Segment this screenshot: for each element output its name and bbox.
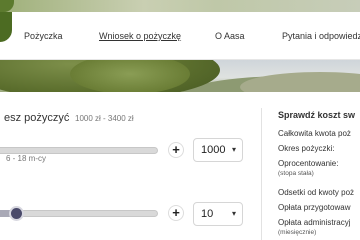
hero-background: [0, 0, 360, 12]
amount-range: 1000 zł - 3400 zł: [75, 114, 134, 123]
divider: [261, 108, 262, 240]
main-navigation: Pożyczka Wniosek o pożyczkę O Aasa Pytan…: [0, 12, 360, 60]
period-select[interactable]: 10 ▾: [193, 202, 243, 226]
logo-leaf: [0, 0, 14, 12]
hero-landscape-image: [0, 60, 360, 92]
nav-link-faq[interactable]: Pytania i odpowiedz: [282, 31, 360, 41]
amount-title: esz pożyczyć: [4, 112, 70, 124]
summary-interest: Odsetki od kwoty poż: [278, 188, 355, 197]
summary-admin-fee: Opłata administracyj: [278, 218, 351, 227]
summary-title: Sprawdź koszt sw: [278, 110, 356, 120]
chevron-down-icon: ▾: [231, 209, 236, 218]
nav-link-o-aasa[interactable]: O Aasa: [215, 31, 245, 41]
amount-increase-button[interactable]: +: [168, 142, 184, 158]
nav-link-pozyczka[interactable]: Pożyczka: [24, 31, 63, 41]
summary-admin-fee-note: (miesięcznie): [278, 229, 317, 236]
amount-slider[interactable]: [0, 147, 158, 154]
summary-total-amount: Całkowita kwota poż: [278, 129, 351, 138]
logo[interactable]: [0, 12, 12, 42]
period-value: 10: [201, 208, 214, 220]
amount-select[interactable]: 1000 ▾: [193, 138, 243, 162]
chevron-down-icon: ▾: [231, 145, 236, 154]
summary-prep-fee: Opłata przygotowaw: [278, 203, 351, 212]
summary-interest-rate: Oprocentowanie:: [278, 159, 339, 168]
summary-interest-rate-note: (stopa stała): [278, 170, 314, 177]
nav-link-wniosek[interactable]: Wniosek o pożyczkę: [99, 31, 181, 41]
period-range: 6 - 18 m-cy: [6, 154, 47, 163]
period-slider-knob[interactable]: [9, 206, 24, 221]
period-increase-button[interactable]: +: [168, 205, 184, 221]
summary-period: Okres pożyczki:: [278, 144, 335, 153]
loan-calculator: esz pożyczyć 1000 zł - 3400 zł + 1000 ▾ …: [0, 92, 360, 240]
amount-value: 1000: [201, 144, 226, 156]
